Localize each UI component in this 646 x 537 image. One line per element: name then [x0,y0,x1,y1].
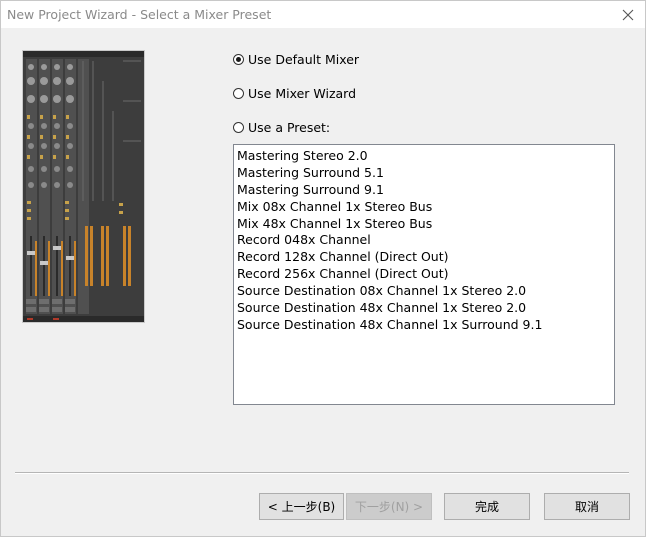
use-preset-option[interactable]: Use a Preset: [233,119,330,135]
title-bar: New Project Wizard - Select a Mixer Pres… [1,1,645,28]
use-default-mixer-option[interactable]: Use Default Mixer [233,51,359,67]
list-item[interactable]: Source Destination 48x Channel 1x Surrou… [234,317,614,334]
list-item[interactable]: Mastering Surround 9.1 [234,182,614,199]
list-item[interactable]: Mix 48x Channel 1x Stereo Bus [234,216,614,233]
mixer-wizard-label: Use Mixer Wizard [248,85,357,101]
close-button[interactable] [611,1,645,28]
footer-divider [15,472,629,474]
list-item[interactable]: Mastering Stereo 2.0 [234,148,614,165]
default-mixer-label: Use Default Mixer [248,51,360,67]
list-item[interactable]: Mastering Surround 5.1 [234,165,614,182]
preset-radio[interactable] [233,121,244,133]
back-button[interactable]: < 上一步(B) [259,493,344,520]
default-mixer-radio[interactable] [233,53,244,65]
preset-label: Use a Preset: [248,119,331,135]
mixer-preview-graphic [23,51,144,322]
use-mixer-wizard-option[interactable]: Use Mixer Wizard [233,85,356,101]
finish-button[interactable]: 完成 [444,493,530,520]
list-item[interactable]: Source Destination 08x Channel 1x Stereo… [234,283,614,300]
mixer-preview-image [22,50,145,323]
close-icon [622,9,634,20]
mixer-wizard-radio[interactable] [233,87,244,99]
list-item[interactable]: Record 048x Channel [234,232,614,249]
list-item[interactable]: Record 128x Channel (Direct Out) [234,249,614,266]
window-title: New Project Wizard - Select a Mixer Pres… [7,7,272,22]
list-item[interactable]: Mix 08x Channel 1x Stereo Bus [234,199,614,216]
wizard-window: New Project Wizard - Select a Mixer Pres… [0,0,646,537]
list-item[interactable]: Source Destination 48x Channel 1x Stereo… [234,300,614,317]
list-item[interactable]: Record 256x Channel (Direct Out) [234,266,614,283]
cancel-button[interactable]: 取消 [544,493,630,520]
preset-list[interactable]: Mastering Stereo 2.0 Mastering Surround … [233,144,615,405]
next-button[interactable]: 下一步(N) > [346,493,432,520]
